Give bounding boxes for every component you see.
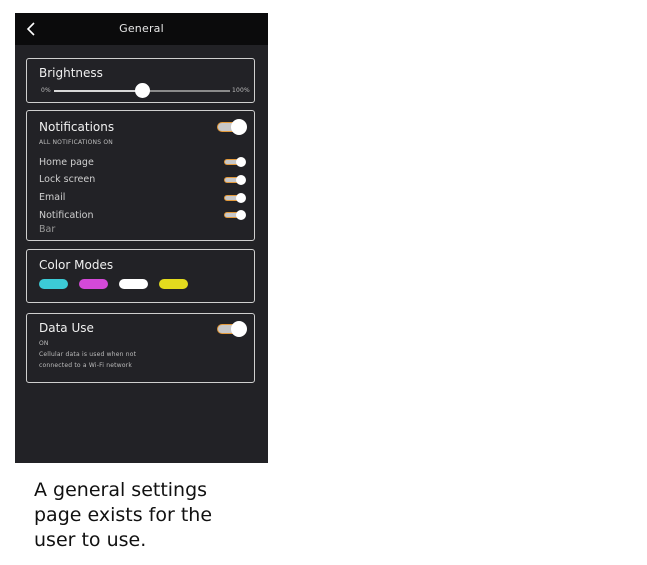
notification-item-lock-screen: Lock screen <box>39 174 96 185</box>
brightness-slider-fill <box>54 90 142 92</box>
color-swatch-magenta[interactable] <box>79 279 108 289</box>
notifications-card: Notifications ALL NOTIFICATIONS ON Home … <box>26 110 255 241</box>
notifications-title: Notifications <box>39 120 115 134</box>
toggle-knob <box>231 321 247 337</box>
brightness-card: Brightness 0% 100% <box>26 58 255 103</box>
toggle-knob <box>236 175 246 185</box>
color-swatch-yellow[interactable] <box>159 279 188 289</box>
notification-bar-toggle[interactable] <box>224 210 246 220</box>
toggle-knob <box>236 193 246 203</box>
notification-item-home-page: Home page <box>39 157 94 168</box>
data-use-title: Data Use <box>39 321 94 335</box>
toggle-knob <box>236 157 246 167</box>
brightness-max-label: 100% <box>232 87 250 94</box>
color-modes-title: Color Modes <box>39 258 114 272</box>
data-use-status: ON <box>39 340 49 347</box>
home-page-toggle[interactable] <box>224 157 246 167</box>
color-swatch-white[interactable] <box>119 279 148 289</box>
brightness-min-label: 0% <box>41 87 51 94</box>
brightness-slider[interactable] <box>54 83 230 98</box>
notifications-master-toggle[interactable] <box>217 119 247 135</box>
lock-screen-toggle[interactable] <box>224 175 246 185</box>
brightness-slider-thumb[interactable] <box>135 83 150 98</box>
data-use-description-line2: connected to a Wi-Fi network <box>39 362 133 369</box>
color-swatch-cyan[interactable] <box>39 279 68 289</box>
toggle-knob <box>231 119 247 135</box>
email-toggle[interactable] <box>224 193 246 203</box>
data-use-description-line1: Cellular data is used when not <box>39 351 137 358</box>
data-use-toggle[interactable] <box>217 321 247 337</box>
notification-item-email: Email <box>39 192 66 203</box>
brightness-title: Brightness <box>39 66 103 80</box>
data-use-card: Data Use ON Cellular data is used when n… <box>26 313 255 383</box>
color-modes-card: Color Modes <box>26 249 255 303</box>
settings-screen: General Brightness 0% 100% Notifications… <box>15 13 268 463</box>
notification-item-notification-bar: Notification <box>39 210 94 221</box>
toggle-knob <box>236 210 246 220</box>
top-bar: General <box>15 13 268 45</box>
notification-item-notification-bar-line2: Bar <box>39 224 56 235</box>
notifications-subtitle: ALL NOTIFICATIONS ON <box>39 139 113 146</box>
caption-text: A general settings page exists for the u… <box>34 479 213 551</box>
page-title: General <box>119 22 164 35</box>
